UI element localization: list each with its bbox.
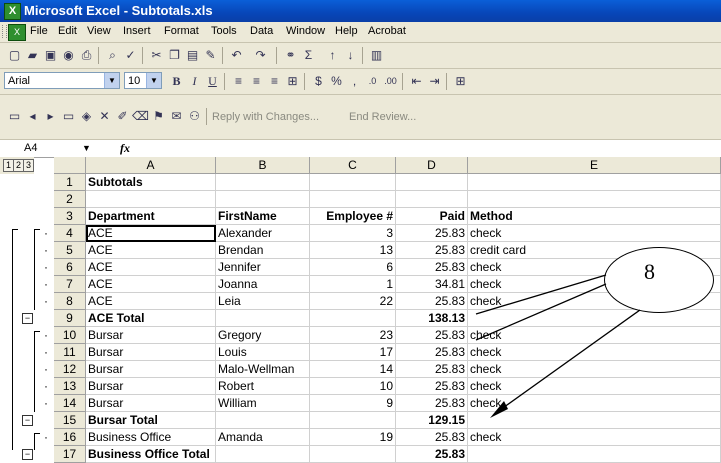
excel-window: X Microsoft Excel - Subtotals.xls X File…: [0, 0, 721, 463]
arrow-to-check-cell: [475, 274, 607, 315]
arrowhead-icon: [490, 401, 508, 418]
arrow-to-bursar-total: [499, 309, 641, 411]
cell[interactable]: ACE: [86, 225, 216, 242]
arrow-to-ace-total: [475, 283, 607, 341]
